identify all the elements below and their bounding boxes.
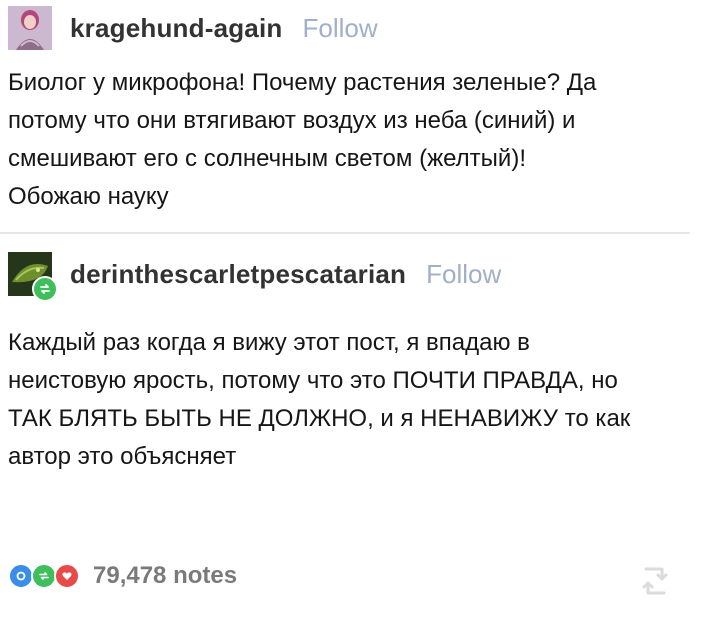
post-text-line: смешивают его с солнечным светом (желтый… xyxy=(8,145,526,172)
post-text-line: ТАК БЛЯТЬ БЫТЬ НЕ ДОЛЖНО, и я НЕНАВИЖУ т… xyxy=(8,405,631,432)
notes-count[interactable]: 79,478 notes xyxy=(93,562,237,590)
post-text-line: Биолог у микрофона! Почему растения зеле… xyxy=(8,69,597,96)
reblog-post: derinthescarletpescatarian Follow Каждый… xyxy=(0,238,690,618)
post-text-line: потому что они втягивают воздух из неба … xyxy=(8,107,576,134)
post-text-line: неистовую ярость, потому что это ПОЧТИ П… xyxy=(8,367,618,394)
post-header: kragehund-again Follow xyxy=(8,6,378,50)
username[interactable]: kragehund-again xyxy=(70,13,282,44)
reblog-icon xyxy=(32,276,58,302)
user-avatar[interactable] xyxy=(8,252,58,302)
username[interactable]: derinthescarletpescatarian xyxy=(70,259,406,290)
heart-icon xyxy=(54,563,80,589)
user-avatar[interactable] xyxy=(8,6,52,50)
post-divider xyxy=(0,232,690,234)
notes-row[interactable]: 79,478 notes xyxy=(8,562,237,590)
avatar-image xyxy=(8,6,52,50)
post-text-line: Каждый раз когда я вижу этот пост, я впа… xyxy=(8,329,530,356)
follow-button[interactable]: Follow xyxy=(302,13,377,44)
post-body: Каждый раз когда я вижу этот пост, я впа… xyxy=(8,324,688,476)
post-text-line: автор это объясняет xyxy=(8,443,237,470)
post: kragehund-again Follow Биолог у микрофон… xyxy=(0,0,690,228)
follow-button[interactable]: Follow xyxy=(426,259,501,290)
post-body: Биолог у микрофона! Почему растения зеле… xyxy=(8,64,688,216)
post-text-line: Обожаю науку xyxy=(8,183,169,210)
reblog-icon[interactable] xyxy=(640,561,670,606)
post-header: derinthescarletpescatarian Follow xyxy=(8,252,501,302)
